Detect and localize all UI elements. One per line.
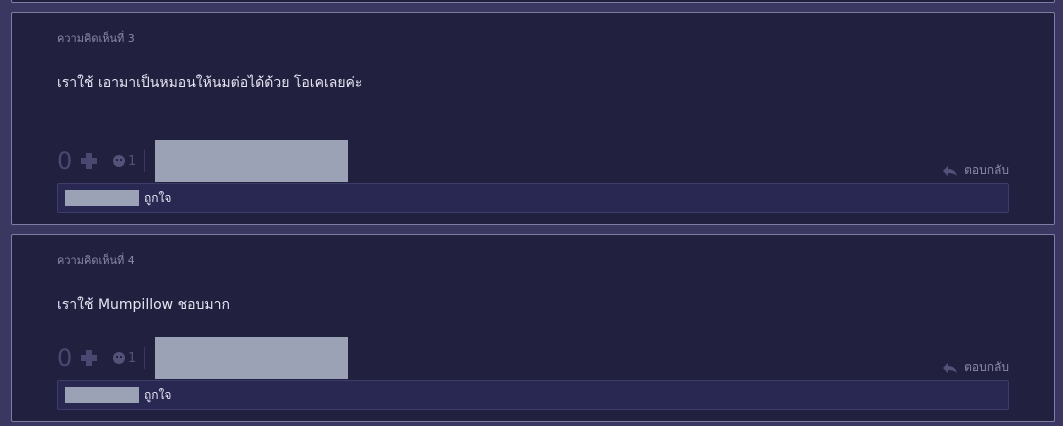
comment-number: ความคิดเห็นที่ 3 <box>57 32 135 45</box>
previous-comment-card <box>11 0 1055 3</box>
like-bar: ถูกใจ <box>57 380 1009 410</box>
emotion-icon[interactable] <box>113 155 125 167</box>
vote-row: 0 1 <box>57 140 349 182</box>
reply-icon <box>943 165 958 176</box>
emotion-count: 1 <box>128 350 137 366</box>
reply-button[interactable]: ตอบกลับ <box>942 358 1009 377</box>
comment-number: ความคิดเห็นที่ 4 <box>57 254 135 267</box>
emotion-count: 1 <box>128 153 137 169</box>
comment-text: เราใช้ Mumpillow ชอบมาก <box>57 297 230 313</box>
redacted-block <box>65 190 139 206</box>
comment-card: ความคิดเห็นที่ 4 เราใช้ Mumpillow ชอบมาก… <box>11 234 1055 422</box>
divider <box>144 347 146 369</box>
vote-count: 0 <box>57 344 73 372</box>
reply-button[interactable]: ตอบกลับ <box>942 161 1009 180</box>
reply-label: ตอบกลับ <box>964 163 1009 177</box>
like-label: ถูกใจ <box>144 387 172 402</box>
emotion-icon[interactable] <box>113 352 125 364</box>
divider <box>144 150 146 172</box>
comment-card: ความคิดเห็นที่ 3 เราใช้ เอามาเป็นหมอนให้… <box>11 12 1055 225</box>
vote-count: 0 <box>57 147 73 175</box>
reply-label: ตอบกลับ <box>964 360 1009 374</box>
like-bar: ถูกใจ <box>57 183 1009 213</box>
plus-icon[interactable] <box>79 151 99 171</box>
redacted-block <box>155 337 349 379</box>
redacted-block <box>155 140 349 182</box>
reply-icon <box>943 362 958 373</box>
vote-row: 0 1 <box>57 337 349 379</box>
redacted-block <box>65 387 139 403</box>
like-label: ถูกใจ <box>144 190 172 205</box>
plus-icon[interactable] <box>79 348 99 368</box>
comment-text: เราใช้ เอามาเป็นหมอนให้นมต่อได้ด้วย โอเค… <box>57 75 363 91</box>
